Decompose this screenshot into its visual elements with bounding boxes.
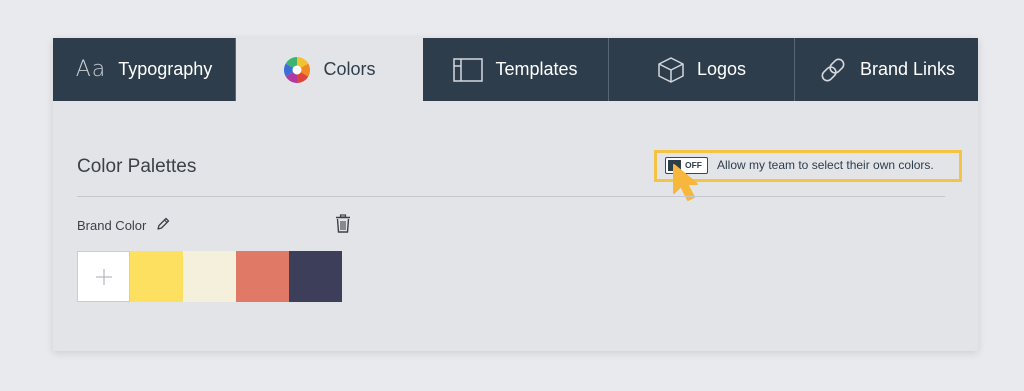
color-swatch[interactable] bbox=[130, 251, 183, 302]
color-swatch[interactable] bbox=[236, 251, 289, 302]
plus-icon bbox=[95, 268, 112, 285]
team-colors-label: Allow my team to select their own colors… bbox=[717, 158, 934, 172]
tab-label: Colors bbox=[323, 59, 376, 79]
color-swatches bbox=[77, 251, 342, 302]
color-swatch[interactable] bbox=[289, 251, 342, 302]
tab-colors[interactable]: Colors bbox=[236, 38, 423, 101]
template-icon bbox=[453, 57, 484, 82]
add-color-button[interactable] bbox=[77, 251, 130, 302]
tab-label: Logos bbox=[696, 59, 747, 79]
delete-trash-icon[interactable] bbox=[335, 214, 351, 238]
tab-label: Typography bbox=[118, 59, 213, 79]
tab-bar: Aa Typography Colors Templates Logos Bra… bbox=[53, 38, 978, 101]
tab-label: Brand Links bbox=[859, 59, 956, 79]
tab-templates[interactable]: Templates bbox=[423, 38, 609, 101]
color-swatch[interactable] bbox=[183, 251, 236, 302]
section-divider bbox=[77, 196, 945, 197]
palette-name: Brand Color bbox=[77, 218, 147, 233]
pointer-cursor-icon bbox=[671, 163, 711, 210]
tab-label: Templates bbox=[495, 59, 578, 79]
brand-settings-card: Aa Typography Colors Templates Logos Bra… bbox=[53, 38, 978, 351]
tab-logos[interactable]: Logos bbox=[609, 38, 795, 101]
section-title: Color Palettes bbox=[77, 156, 197, 177]
typography-icon: Aa bbox=[75, 57, 107, 82]
tab-brand-links[interactable]: Brand Links bbox=[795, 38, 978, 101]
link-icon bbox=[818, 55, 848, 85]
tab-typography[interactable]: Aa Typography bbox=[53, 38, 236, 101]
cube-icon bbox=[657, 56, 685, 84]
color-wheel-icon bbox=[283, 56, 311, 84]
edit-pencil-icon[interactable] bbox=[155, 216, 171, 237]
